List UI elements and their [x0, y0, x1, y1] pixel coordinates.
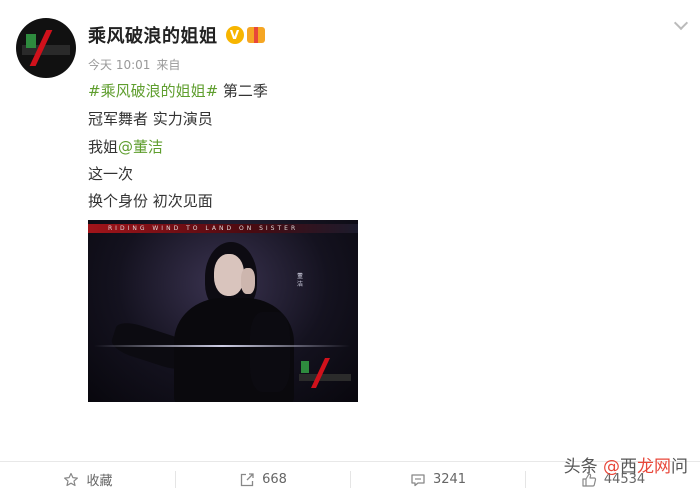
image-figure-arm-right — [250, 312, 290, 392]
watermark-brand-2: 龙网 — [637, 457, 671, 477]
star-icon — [62, 472, 80, 488]
watermark-brand-1: 西 — [620, 457, 637, 477]
post-line-2: 冠军舞者 实力演员 — [88, 110, 213, 128]
watermark-prefix: 头条 — [563, 457, 598, 477]
comment-button[interactable]: 3241 — [350, 462, 525, 497]
post-line-1: #乘风破浪的姐姐# 第二季 — [88, 80, 268, 101]
post-line-5: 换个身份 初次见面 — [88, 192, 213, 210]
repost-count: 668 — [262, 472, 287, 487]
author-name[interactable]: 乘风破浪的姐姐 — [88, 22, 218, 48]
post-source: 来自 — [156, 58, 181, 72]
topic-link[interactable]: #乘风破浪的姐姐# — [88, 82, 218, 100]
favorite-button[interactable]: 收藏 — [0, 462, 175, 497]
image-figure-hand — [241, 268, 255, 294]
line3-prefix: 我姐 — [88, 138, 119, 156]
post-time[interactable]: 今天 10:01 — [88, 58, 150, 72]
chevron-down-icon[interactable] — [673, 15, 689, 31]
image-vertical-text: 董洁 — [297, 273, 304, 288]
avatar[interactable] — [16, 18, 76, 78]
comment-icon — [409, 472, 427, 488]
post-line-4: 这一次 — [88, 165, 134, 183]
watermark-suffix: 问 — [671, 457, 688, 477]
image-logo-mark — [311, 358, 337, 388]
favorite-label: 收藏 — [86, 474, 113, 489]
post-line-3: 我姐@董洁 — [88, 136, 163, 157]
post-image[interactable]: RIDING WIND TO LAND ON SISTER 董洁 — [88, 220, 358, 402]
gift-icon[interactable] — [246, 27, 265, 43]
comment-count: 3241 — [432, 472, 467, 487]
watermark-at: @ — [603, 457, 620, 477]
image-figure-face — [214, 254, 244, 296]
repost-icon — [238, 472, 256, 488]
image-light-beam — [94, 345, 350, 347]
mention-link[interactable]: @董洁 — [118, 138, 163, 156]
avatar-logo-green — [26, 34, 36, 48]
image-logo-green — [301, 361, 309, 373]
topic-suffix: 第二季 — [218, 82, 268, 100]
post-meta: 今天 10:01 来自 — [88, 56, 180, 73]
author-row: 乘风破浪的姐姐 V — [88, 22, 265, 48]
verified-icon[interactable]: V — [225, 26, 244, 44]
image-ribbon-text: RIDING WIND TO LAND ON SISTER — [108, 225, 299, 232]
watermark: 头条 @西龙网问 — [564, 452, 688, 477]
repost-button[interactable]: 668 — [175, 462, 350, 497]
